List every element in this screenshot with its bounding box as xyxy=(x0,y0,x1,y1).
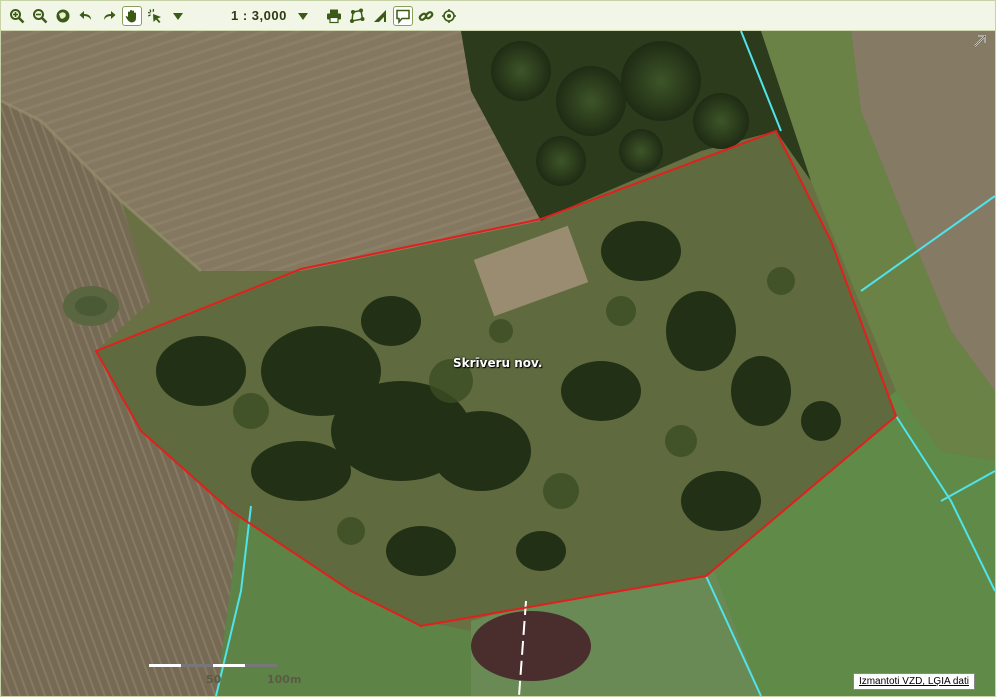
measure-area-button[interactable] xyxy=(347,6,367,26)
zoom-out-button[interactable] xyxy=(30,6,50,26)
identify-icon xyxy=(147,8,161,23)
comment-button[interactable] xyxy=(392,5,413,26)
undo-icon xyxy=(79,10,91,20)
scale-bar-mid-label: 50 xyxy=(206,673,222,686)
measure-area-icon xyxy=(349,8,365,23)
redo-icon xyxy=(104,10,116,20)
print-button[interactable] xyxy=(324,6,344,26)
location-button[interactable] xyxy=(439,6,459,26)
scale-bar: 50 100m xyxy=(149,660,301,690)
map-viewer: 1 : 3,000 Skrīveru nov. 50 100m Izmantot… xyxy=(0,0,996,697)
link-button[interactable] xyxy=(416,6,436,26)
scale-bar-end-label: 100m xyxy=(267,673,302,686)
full-extent-icon xyxy=(56,9,70,22)
print-icon xyxy=(326,9,341,23)
attribution-link[interactable]: Izmantoti VZD, LĢIA dati xyxy=(852,673,975,690)
link-icon xyxy=(418,10,434,21)
tool-dropdown-button[interactable] xyxy=(168,6,188,26)
zoom-in-button[interactable] xyxy=(7,6,27,26)
comment-icon xyxy=(396,9,410,24)
scale-dropdown-icon xyxy=(297,12,308,20)
zoom-in-icon xyxy=(10,8,25,23)
full-extent-button[interactable] xyxy=(53,6,73,26)
map-canvas[interactable]: Skrīveru nov. 50 100m Izmantoti VZD, LĢI… xyxy=(1,31,995,696)
undo-button[interactable] xyxy=(76,6,96,26)
map-toolbar: 1 : 3,000 xyxy=(1,1,995,31)
measure-angle-icon xyxy=(373,9,386,22)
location-icon xyxy=(441,8,456,23)
pan-button[interactable] xyxy=(122,5,142,26)
redo-button[interactable] xyxy=(99,6,119,26)
scale-dropdown-button[interactable] xyxy=(293,6,313,26)
pan-hand-icon xyxy=(125,9,136,22)
parcel-label: Skrīveru nov. xyxy=(453,356,543,370)
identify-button[interactable] xyxy=(145,6,165,26)
tool-dropdown-icon xyxy=(173,12,183,20)
scale-display: 1 : 3,000 xyxy=(231,8,287,23)
measure-angle-button[interactable] xyxy=(370,6,390,26)
expand-icon[interactable] xyxy=(973,34,987,48)
zoom-out-icon xyxy=(33,8,48,23)
